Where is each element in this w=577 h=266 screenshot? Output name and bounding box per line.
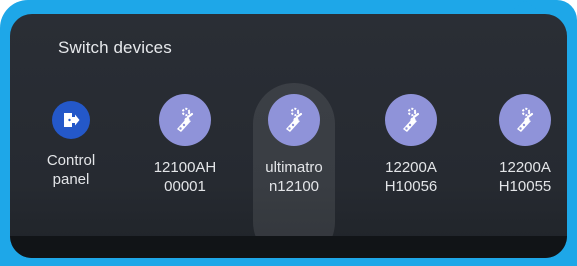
robot-arm-icon [385, 94, 437, 146]
device-item-control-panel[interactable]: Control panel [26, 94, 116, 189]
device-item-ultimatron12100[interactable]: ultimatro n12100 [249, 94, 339, 196]
callout-pointer [508, 0, 542, 14]
robot-arm-icon [499, 94, 551, 146]
window-frame: Switch devices Control panel 12100AH 000… [0, 0, 577, 266]
device-label: 12200A H10056 [384, 159, 438, 195]
robot-arm-icon [159, 94, 211, 146]
panel-title: Switch devices [58, 38, 172, 57]
device-label: Control panel [46, 152, 96, 188]
control-panel-icon [52, 101, 90, 139]
device-label: ultimatro n12100 [265, 159, 323, 195]
device-item-12200ah10055[interactable]: 12200A H10055 [480, 94, 567, 196]
device-label: 12200A H10055 [498, 159, 552, 195]
device-item-12100ah00001[interactable]: 12100AH 00001 [140, 94, 230, 196]
device-item-12200ah10056[interactable]: 12200A H10056 [366, 94, 456, 196]
panel-bottom-edge [10, 236, 567, 258]
robot-arm-icon [268, 94, 320, 146]
device-label: 12100AH 00001 [153, 159, 217, 195]
switch-devices-panel: Switch devices Control panel 12100AH 000… [10, 14, 567, 258]
